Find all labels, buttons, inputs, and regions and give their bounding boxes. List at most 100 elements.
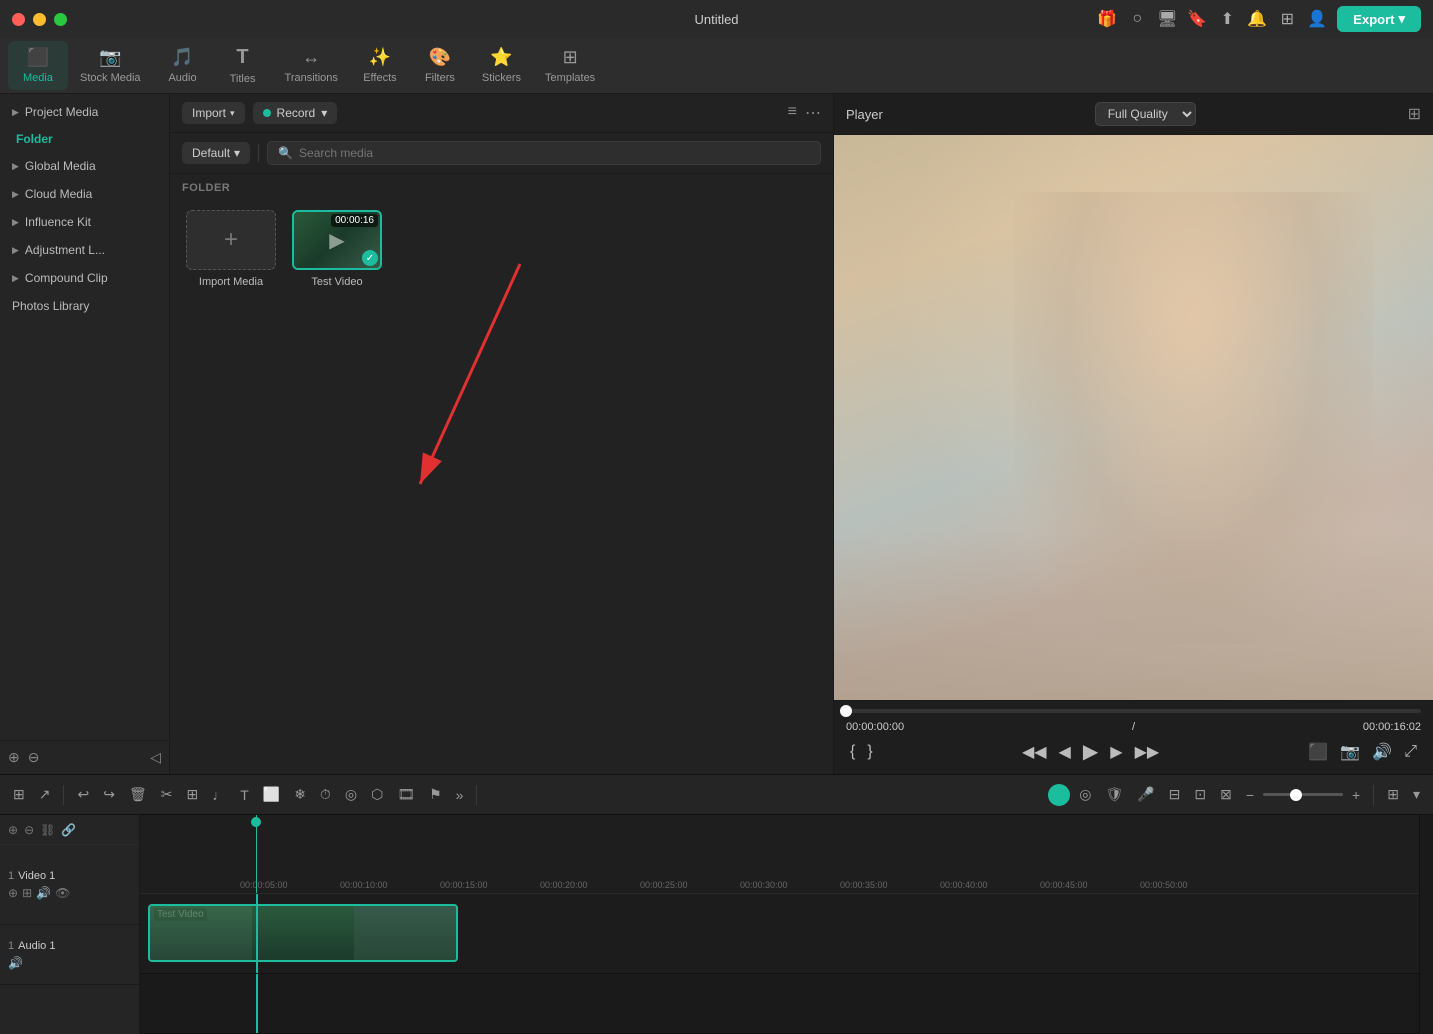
delete-button[interactable]: 🗑 [124,783,152,806]
marker-button[interactable]: ⚑ [424,783,447,806]
filter-icon[interactable]: ≡ [788,103,797,123]
export-button[interactable]: Export ▾ [1337,6,1421,32]
frame-forward-button[interactable]: ▶▶ [1131,737,1164,766]
search-input[interactable] [299,146,810,160]
shield-button[interactable]: 🛡 [1100,783,1128,806]
tab-filters[interactable]: 🎨 Filters [410,41,470,90]
player-video [834,135,1433,700]
monitor-icon[interactable]: 🖥 [1157,9,1177,29]
speaker-button[interactable]: 🔊 [1368,740,1396,764]
tab-stock-media[interactable]: 📷 Stock Media [68,41,153,90]
audio-detach-button[interactable]: ♩ [207,784,231,806]
progress-handle[interactable] [840,705,852,717]
audio1-track-row[interactable] [140,974,1419,1034]
sidebar-collapse-icon[interactable]: ◁ [150,749,161,766]
subtitle-button[interactable]: ⊡ [1189,783,1211,806]
mark-out-button[interactable]: } [863,741,876,763]
step-back-button[interactable]: ◀ [1055,737,1075,766]
crop-button[interactable]: ⬛ [1304,740,1332,764]
tab-templates[interactable]: ⊞ Templates [533,41,607,90]
video1-audio-icon[interactable]: 🔊 [36,886,51,900]
video-clip[interactable]: Test Video [148,904,458,962]
search-box[interactable]: 🔍 [267,141,821,165]
audio1-volume-icon[interactable]: 🔊 [8,956,23,970]
sidebar-item-global-media[interactable]: ▶ Global Media [0,152,169,180]
sidebar-remove-icon[interactable]: ⊖ [28,749,40,766]
sidebar-item-folder[interactable]: Folder [0,126,169,152]
sidebar-item-project-media[interactable]: ▶ Project Media [0,98,169,126]
mark-in-button[interactable]: { [846,741,859,763]
tab-effects[interactable]: ✨ Effects [350,41,410,90]
zoom-out-button[interactable]: − [1241,784,1259,806]
timeline-scrollbar[interactable] [1419,815,1433,1034]
freeze-frame-button[interactable]: ❄ [289,783,311,806]
sidebar-item-influence-kit[interactable]: ▶ Influence Kit [0,208,169,236]
tab-transitions[interactable]: ↔ Transitions [273,41,350,90]
layout-button[interactable]: ⊟ [1164,783,1186,806]
test-video-item[interactable]: ▶ 00:00:16 ✓ Test Video [292,210,382,288]
video1-expand-icon[interactable]: ⊞ [22,886,32,900]
more-options-icon[interactable]: ⋯ [805,103,821,123]
clip-settings-button[interactable]: 🎞 [392,783,420,806]
audio-settings-button[interactable]: ◎ [1074,783,1096,806]
select-tool-button[interactable]: ↗ [34,783,56,806]
link-track-icon[interactable]: ⛓ [40,823,55,837]
tab-titles[interactable]: T Titles [213,40,273,91]
frame-back-button[interactable]: ◀◀ [1018,737,1051,766]
effect-button[interactable]: ⬡ [366,783,388,806]
tab-audio[interactable]: 🎵 Audio [153,41,213,90]
bookmark-icon[interactable]: 🔖 [1187,9,1207,29]
layout-view-button[interactable]: ⊞ [1382,783,1404,806]
upload-icon[interactable]: ⬆ [1217,9,1237,29]
cut-button[interactable]: ✂ [156,783,178,806]
sidebar-item-compound-clip[interactable]: ▶ Compound Clip [0,264,169,292]
quality-select[interactable]: Full Quality Half Quality [1095,102,1196,126]
record-button[interactable]: Record ▾ [253,102,338,124]
record-audio-button[interactable]: ● [1048,784,1070,806]
pip-button[interactable]: ⊠ [1215,783,1237,806]
step-forward-button[interactable]: ▶ [1106,737,1126,766]
bell-icon[interactable]: 🔔 [1247,9,1267,29]
tab-stickers[interactable]: ⭐ Stickers [470,41,533,90]
sidebar-item-cloud-media[interactable]: ▶ Cloud Media [0,180,169,208]
sidebar-add-folder-icon[interactable]: ⊕ [8,749,20,766]
transition-button[interactable]: ◎ [340,783,362,806]
insert-button[interactable]: ⊞ [181,783,203,806]
progress-bar[interactable] [846,709,1421,713]
sidebar-item-photos-library[interactable]: Photos Library [0,292,169,320]
import-button[interactable]: Import ▾ [182,102,245,124]
player-grid-icon[interactable]: ⊞ [1408,104,1421,124]
video1-eye-icon[interactable]: 👁 [55,886,70,900]
video1-add-icon[interactable]: ⊕ [8,886,18,900]
screenshot-button[interactable]: 📷 [1336,740,1364,764]
import-media-item[interactable]: + Import Media [186,210,276,288]
redo-button[interactable]: ↪ [98,783,120,806]
zoom-in-button[interactable]: + [1347,784,1365,806]
grid-icon[interactable]: ⊞ [1277,9,1297,29]
mic-button[interactable]: 🎤 [1132,783,1159,806]
video1-track-row[interactable]: Test Video [140,894,1419,974]
maximize-button[interactable] [54,13,67,26]
more-tools-button[interactable]: » [451,784,469,806]
add-track-icon[interactable]: ⊕ [8,823,18,837]
zoom-slider[interactable] [1263,793,1343,796]
avatar-icon[interactable]: 👤 [1307,9,1327,29]
magnet-icon[interactable]: 🔗 [61,823,76,837]
circle-icon[interactable]: ○ [1127,9,1147,29]
settings-button[interactable]: ▾ [1408,783,1425,806]
fullscreen-button[interactable]: ⤢ [1400,740,1421,764]
minimize-button[interactable] [33,13,46,26]
close-button[interactable] [12,13,25,26]
transitions-tab-icon: ↔ [302,47,320,68]
text-tool-button[interactable]: T [235,784,254,806]
crop-tool-button[interactable]: ⬜ [258,783,285,806]
default-button[interactable]: Default ▾ [182,142,250,164]
undo-button[interactable]: ↩ [72,783,94,806]
multitrack-view-button[interactable]: ⊞ [8,783,30,806]
speed-button[interactable]: ⏱ [315,783,336,806]
tab-media[interactable]: ⬛ Media [8,41,68,90]
play-button[interactable]: ▶ [1079,737,1102,766]
sidebar-item-adjustment[interactable]: ▶ Adjustment L... [0,236,169,264]
remove-track-icon[interactable]: ⊖ [24,823,34,837]
gift-icon[interactable]: 🎁 [1097,9,1117,29]
